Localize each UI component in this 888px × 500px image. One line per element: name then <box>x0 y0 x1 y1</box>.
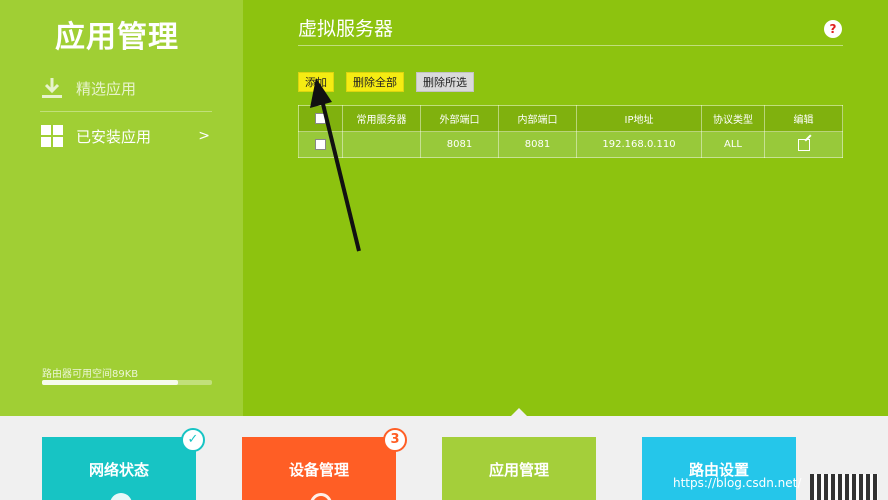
column-header: 内部端口 <box>498 105 577 132</box>
protocol-cell: ALL <box>701 131 765 158</box>
tile-network-status[interactable]: 网络状态 <box>42 437 196 500</box>
sidebar-item-installed-apps[interactable]: 已安装应用 > <box>40 118 210 154</box>
app-title: 应用管理 <box>55 20 179 55</box>
sidebar-divider <box>40 111 212 112</box>
active-indicator <box>510 408 528 417</box>
globe-icon <box>110 493 132 500</box>
ip-address-cell: 192.168.0.110 <box>576 131 702 158</box>
page-title: 虚拟服务器 <box>298 18 394 40</box>
tile-app-management[interactable]: 应用管理 <box>442 437 596 500</box>
external-port-cell: 8081 <box>420 131 499 158</box>
storage-text: 路由器可用空间89KB <box>42 369 139 380</box>
table-header-row: 常用服务器 外部端口 内部端口 IP地址 协议类型 编辑 <box>298 105 843 132</box>
select-all-checkbox[interactable] <box>315 112 326 124</box>
tile-label: 设备管理 <box>288 461 349 479</box>
check-icon: ✓ <box>181 428 205 452</box>
table-row: 8081 8081 192.168.0.110 ALL <box>298 131 843 158</box>
storage-bar-fill <box>42 380 178 385</box>
tile-label: 应用管理 <box>488 461 549 479</box>
row-select-cell <box>298 131 343 158</box>
row-checkbox[interactable] <box>315 138 326 150</box>
sidebar-item-featured-apps[interactable]: 精选应用 <box>40 70 210 106</box>
column-header: IP地址 <box>576 105 702 132</box>
add-button[interactable]: 添加 <box>298 72 334 92</box>
select-all-header <box>298 105 343 132</box>
delete-all-button[interactable]: 删除全部 <box>346 72 404 92</box>
service-cell <box>342 131 421 158</box>
column-header: 外部端口 <box>420 105 499 132</box>
help-icon[interactable]: ? <box>824 20 842 38</box>
tile-router-settings[interactable]: 路由设置 <box>642 437 796 500</box>
sidebar: 应用管理 精选应用 已安装应用 > 路由器可用空间89KB <box>0 0 243 416</box>
tile-device-management[interactable]: 设备管理 <box>242 437 396 500</box>
edit-icon[interactable] <box>797 138 810 151</box>
title-divider <box>298 45 843 46</box>
download-icon <box>40 76 64 100</box>
column-header: 常用服务器 <box>342 105 421 132</box>
delete-selected-button[interactable]: 删除所选 <box>416 72 474 92</box>
qr-code <box>810 474 878 500</box>
device-count-badge: 3 <box>383 428 407 452</box>
toolbar: 添加 删除全部 删除所选 <box>298 72 474 92</box>
edit-cell <box>764 131 843 158</box>
watermark-text: https://blog.csdn.net/ <box>673 476 802 490</box>
device-icon <box>310 493 332 500</box>
column-header: 编辑 <box>764 105 843 132</box>
virtual-server-table: 常用服务器 外部端口 内部端口 IP地址 协议类型 编辑 8081 8081 1… <box>298 105 843 158</box>
tile-label: 网络状态 <box>88 461 149 479</box>
storage-bar <box>42 380 212 385</box>
grid-icon <box>40 124 64 148</box>
column-header: 协议类型 <box>701 105 765 132</box>
sidebar-item-label: 已安装应用 <box>76 127 152 146</box>
chevron-right-icon: > <box>198 128 210 144</box>
sidebar-item-label: 精选应用 <box>76 79 137 98</box>
internal-port-cell: 8081 <box>498 131 577 158</box>
